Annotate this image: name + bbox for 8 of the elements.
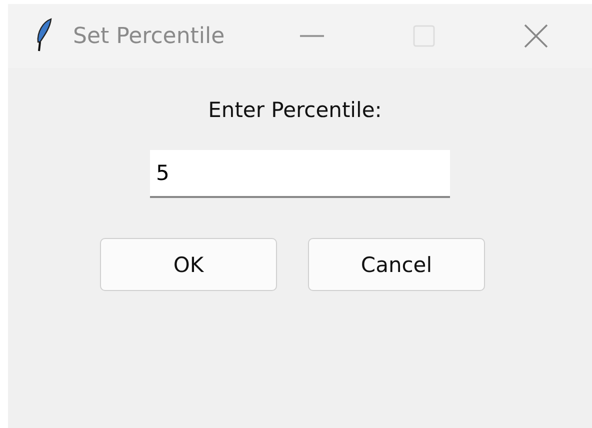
minimize-icon (300, 35, 324, 37)
prompt-label: Enter Percentile: (208, 98, 382, 122)
cancel-button[interactable]: Cancel (308, 238, 485, 291)
feather-icon (35, 18, 53, 54)
input-field[interactable]: 5 (150, 150, 450, 198)
ok-button[interactable]: OK (100, 238, 277, 291)
close-icon (524, 24, 548, 48)
window-title: Set Percentile (73, 24, 225, 48)
